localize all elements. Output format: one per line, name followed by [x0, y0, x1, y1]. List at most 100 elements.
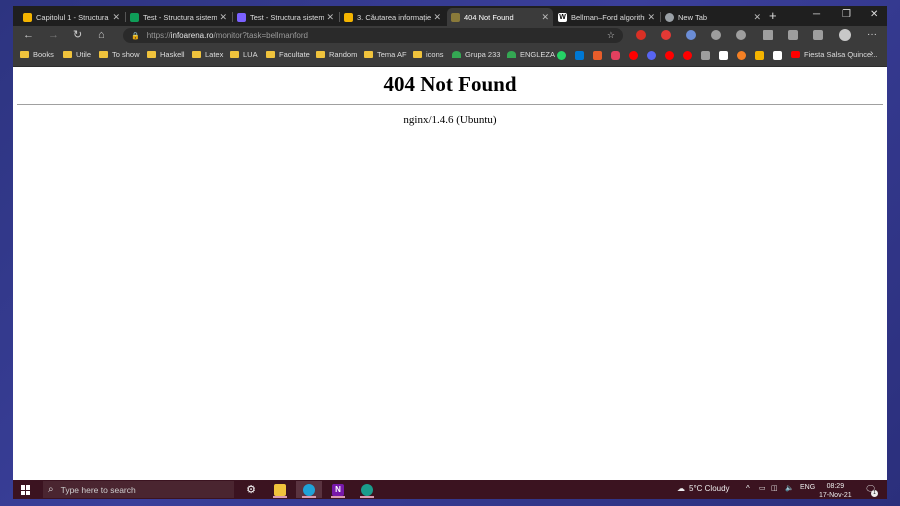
google-drive-icon — [23, 12, 32, 22]
taskbar-snipping-tool[interactable] — [354, 481, 380, 498]
tab-capitolul[interactable]: Capitolul 1 - Structura ✕ — [19, 8, 124, 26]
server-version: nginx/1.4.6 (Ubuntu) — [403, 114, 497, 126]
outlook-icon[interactable] — [575, 51, 584, 60]
bookmark-latex[interactable]: Latex — [192, 50, 223, 59]
adblock-icon[interactable] — [661, 30, 671, 40]
bookmark-haskell[interactable]: Haskell — [147, 50, 185, 59]
bookmark-to-show[interactable]: To show — [99, 50, 140, 59]
taskbar-settings[interactable]: ⚙ — [238, 481, 264, 498]
taskbar-search-input[interactable]: ⌕ Type here to search — [43, 481, 234, 498]
feedback-icon[interactable] — [813, 30, 823, 40]
google-forms-icon — [237, 12, 246, 22]
close-icon[interactable]: ✕ — [326, 12, 334, 23]
forward-button[interactable]: → — [48, 28, 59, 42]
bookmarks-bar: Books Utile To show Haskell Latex LUA Fa… — [13, 45, 887, 67]
instagram-icon[interactable] — [611, 51, 620, 60]
language-indicator[interactable]: ENG — [800, 484, 815, 491]
folder-icon — [63, 51, 72, 58]
battery-icon[interactable]: ▭ — [759, 484, 766, 492]
bookmark-fiesta-salsa[interactable]: Fiesta Salsa Quince... — [791, 50, 877, 59]
minimize-button[interactable]: ─ — [813, 9, 820, 20]
downloads-icon[interactable] — [763, 30, 773, 40]
bookmark-books[interactable]: Books — [20, 50, 54, 59]
close-icon[interactable]: ✕ — [433, 12, 441, 23]
page-title: 404 Not Found — [383, 72, 517, 96]
tab-strip: Capitolul 1 - Structura ✕ Test - Structu… — [13, 6, 887, 26]
google-drive-icon — [452, 51, 461, 58]
tab-new-tab[interactable]: New Tab ✕ — [661, 8, 765, 26]
bookmark-tema-af[interactable]: Tema AF — [364, 50, 407, 59]
folder-icon — [364, 51, 373, 58]
bookmark-icon[interactable] — [737, 51, 746, 60]
weather-status[interactable]: 5°C Cloudy — [689, 484, 730, 493]
discord-icon[interactable] — [647, 51, 656, 60]
tab-cautarea[interactable]: 3. Căutarea informației ✕ — [340, 8, 445, 26]
youtube-icon[interactable] — [683, 51, 692, 60]
new-tab-button[interactable]: + — [769, 9, 777, 23]
tab-404-active[interactable]: 404 Not Found ✕ — [447, 8, 553, 26]
tab-test-forms[interactable]: Test - Structura sistem ✕ — [233, 8, 338, 26]
lock-icon[interactable]: 🔒 — [131, 32, 140, 40]
close-icon[interactable]: ✕ — [753, 12, 761, 23]
close-icon[interactable]: ✕ — [112, 12, 120, 23]
maximize-button[interactable]: ❐ — [842, 9, 851, 20]
folder-icon — [192, 51, 201, 58]
bookmark-icon[interactable] — [773, 51, 782, 60]
close-icon[interactable]: ✕ — [647, 12, 655, 23]
bookmark-engleza[interactable]: ENGLEZA — [507, 50, 555, 59]
notion-icon[interactable] — [719, 51, 728, 60]
extension-icon[interactable] — [636, 30, 646, 40]
bookmark-icon[interactable] — [593, 51, 602, 60]
extension-icon[interactable] — [686, 30, 696, 40]
bookmark-facultate[interactable]: Facultate — [266, 50, 310, 59]
extension-icon[interactable] — [711, 30, 721, 40]
folder-icon — [99, 51, 108, 58]
search-icon: ⌕ — [48, 484, 54, 495]
back-button[interactable]: ← — [23, 28, 34, 42]
volume-icon[interactable]: 🔈 — [785, 484, 794, 492]
weather-icon[interactable]: ☁ — [677, 484, 685, 493]
windows-start-icon[interactable] — [21, 485, 31, 495]
whatsapp-icon[interactable] — [557, 51, 566, 60]
reload-button[interactable]: ↻ — [73, 28, 82, 42]
close-icon[interactable]: ✕ — [541, 12, 549, 23]
youtube-icon[interactable] — [629, 51, 638, 60]
taskbar-edge[interactable] — [296, 481, 322, 498]
favorite-star-icon[interactable]: ☆ — [607, 30, 615, 41]
snipping-tool-icon — [361, 483, 373, 496]
bookmark-icon[interactable] — [701, 51, 710, 60]
chevron-right-icon[interactable]: › — [870, 48, 873, 59]
profile-avatar[interactable] — [839, 29, 851, 41]
taskbar-file-explorer[interactable] — [267, 481, 293, 498]
taskbar-onenote[interactable]: N — [325, 481, 351, 498]
address-bar[interactable]: 🔒 https://infoarena.ro/monitor?task=bell… — [123, 28, 623, 43]
folder-icon — [266, 51, 275, 58]
collections-icon[interactable] — [788, 30, 798, 40]
notification-badge: 1 — [871, 490, 878, 497]
google-drive-icon — [507, 51, 516, 58]
clock-date: 17-Nov-21 — [819, 492, 852, 499]
bookmark-lua[interactable]: LUA — [230, 50, 258, 59]
close-window-button[interactable]: ✕ — [870, 9, 878, 20]
tab-test-sheets[interactable]: Test - Structura sisteme ✕ — [126, 8, 231, 26]
tab-bellman-ford[interactable]: W Bellman–Ford algorithm ✕ — [554, 8, 659, 26]
bookmark-random[interactable]: Random — [316, 50, 357, 59]
bookmark-icons[interactable]: icons — [413, 50, 444, 59]
new-tab-icon — [665, 12, 674, 22]
clock-time: 08:29 — [826, 483, 845, 490]
bookmark-icon[interactable] — [755, 51, 764, 60]
more-menu-icon[interactable]: ··· — [867, 29, 877, 40]
page-content: 404 Not Found nginx/1.4.6 (Ubuntu) — [13, 67, 887, 480]
url-text: https://infoarena.ro/monitor?task=bellma… — [146, 31, 308, 40]
youtube-icon[interactable] — [665, 51, 674, 60]
extensions-puzzle-icon[interactable] — [736, 30, 746, 40]
home-button[interactable]: ⌂ — [98, 28, 105, 42]
bookmark-utile[interactable]: Utile — [63, 50, 91, 59]
tab-title: New Tab — [678, 12, 708, 22]
folder-icon — [316, 51, 325, 58]
bookmark-grupa-233[interactable]: Grupa 233 — [452, 50, 500, 59]
close-icon[interactable]: ✕ — [219, 12, 227, 23]
network-icon[interactable]: ◫ — [771, 484, 778, 492]
clock[interactable]: 08:29 17-Nov-21 — [819, 482, 852, 499]
tray-chevron-icon[interactable]: ^ — [746, 484, 750, 493]
